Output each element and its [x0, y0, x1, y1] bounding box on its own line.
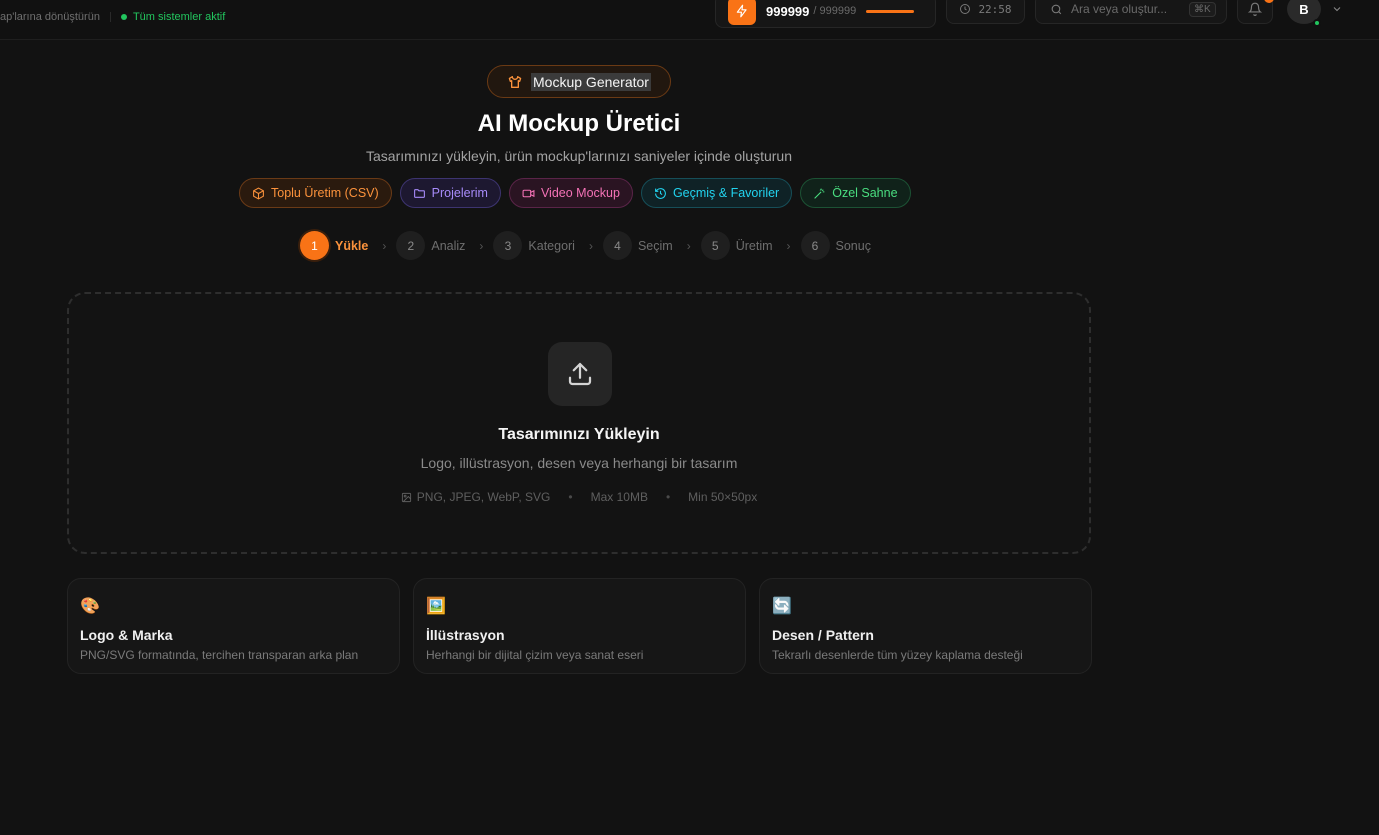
step-analysis[interactable]: 2 Analiz › — [396, 231, 493, 260]
credits-progress-bar — [866, 9, 915, 13]
repeat-icon: 🔄 — [772, 598, 792, 615]
bullet: • — [568, 490, 573, 504]
step-label: Kategori — [528, 238, 575, 253]
search-icon — [1051, 4, 1062, 14]
credits-widget[interactable]: 999999 / 999999 — [715, 0, 936, 28]
card-title: İllüstrasyon — [426, 627, 505, 643]
chevron-down-icon[interactable] — [1331, 3, 1343, 15]
clock: 22:58 — [946, 0, 1025, 24]
clock-time: 22:58 — [978, 2, 1012, 16]
notifications-button[interactable] — [1237, 0, 1274, 24]
action-label: Projelerim — [431, 186, 488, 200]
avatar[interactable]: B — [1287, 0, 1321, 27]
wand-icon — [814, 188, 825, 199]
credits-value: 999999 — [766, 3, 810, 19]
step-category[interactable]: 3 Kategori › — [493, 231, 603, 260]
search-shortcut: ⌘K — [1189, 1, 1216, 17]
bell-icon — [1248, 2, 1262, 16]
top-bar: ap'larına dönüştürün Tüm sistemler aktif… — [0, 0, 1379, 40]
status-text: Tüm sistemler aktif — [132, 11, 226, 23]
step-selection[interactable]: 4 Seçim › — [602, 231, 701, 260]
shirt-icon — [508, 75, 522, 88]
history-icon — [655, 187, 666, 199]
system-status: Tüm sistemler aktif — [120, 11, 226, 23]
chevron-right-icon: › — [382, 238, 387, 253]
upload-icon — [548, 342, 612, 406]
card-pattern: 🔄 Desen / Pattern Tekrarlı desenlerde tü… — [759, 578, 1092, 674]
step-indicator: 1 Yükle › 2 Analiz › 3 Kategori › 4 Seçi… — [300, 231, 871, 260]
picture-icon: 🖼️ — [426, 598, 446, 615]
page-subtitle: Tasarımınızı yükleyin, ürün mockup'ların… — [366, 148, 792, 164]
card-illustration: 🖼️ İllüstrasyon Herhangi bir dijital çiz… — [413, 578, 746, 674]
box-icon — [253, 186, 264, 200]
status-dot-icon — [120, 14, 127, 20]
info-cards: 🎨 Logo & Marka PNG/SVG formatında, terci… — [67, 578, 1092, 674]
chevron-right-icon: › — [588, 238, 593, 253]
upload-title: Tasarımınızı Yükleyin — [498, 426, 660, 443]
action-buttons: Toplu Üretim (CSV) Projelerim Video Mock… — [239, 178, 911, 208]
online-indicator — [1313, 19, 1321, 27]
custom-scene-button[interactable]: Özel Sahne — [800, 178, 911, 208]
step-number: 2 — [396, 231, 426, 260]
chevron-right-icon: › — [686, 238, 691, 253]
notification-badge — [1264, 0, 1274, 3]
action-label: Özel Sahne — [832, 186, 898, 200]
bullet: • — [665, 490, 671, 504]
page-title: AI Mockup Üretici — [477, 110, 681, 137]
step-label: Analiz — [431, 238, 466, 253]
action-label: Video Mockup — [540, 186, 620, 200]
step-label: Yükle — [335, 238, 369, 253]
chevron-right-icon: › — [786, 238, 791, 253]
max-size-text: Max 10MB — [590, 490, 648, 504]
badge-label: Mockup Generator — [531, 72, 651, 91]
page-badge: Mockup Generator — [487, 65, 671, 98]
step-label: Sonuç — [835, 238, 871, 253]
step-number: 4 — [602, 231, 632, 260]
history-favorites-button[interactable]: Geçmiş & Favoriler — [640, 178, 793, 208]
projects-button[interactable]: Projelerim — [399, 178, 501, 208]
divider — [109, 12, 111, 22]
avatar-initial: B — [1299, 1, 1309, 17]
chevron-right-icon: › — [479, 238, 484, 253]
upload-requirements: PNG, JPEG, WebP, SVG • Max 10MB • Min 50… — [69, 490, 1089, 504]
upload-description: Logo, illüstrasyon, desen veya herhangi … — [420, 455, 738, 471]
min-dims-text: Min 50×50px — [688, 490, 758, 504]
action-label: Toplu Üretim (CSV) — [271, 186, 379, 200]
card-description: PNG/SVG formatında, tercihen transparan … — [80, 648, 359, 662]
step-number: 3 — [493, 231, 523, 260]
step-label: Üretim — [735, 238, 773, 253]
upload-dropzone[interactable]: Tasarımınızı Yükleyin Logo, illüstrasyon… — [67, 292, 1091, 554]
step-number: 1 — [300, 231, 329, 260]
video-icon — [522, 189, 535, 197]
image-icon — [401, 492, 411, 502]
card-title: Desen / Pattern — [772, 627, 874, 643]
formats-text: PNG, JPEG, WebP, SVG — [416, 490, 551, 504]
step-result[interactable]: 6 Sonuç — [800, 231, 871, 260]
topbar-left: ap'larına dönüştürün Tüm sistemler aktif — [0, 11, 225, 23]
bulk-csv-button[interactable]: Toplu Üretim (CSV) — [239, 178, 392, 208]
card-title: Logo & Marka — [80, 627, 173, 643]
action-label: Geçmiş & Favoriler — [672, 186, 780, 200]
bolt-icon — [728, 0, 756, 25]
clock-icon — [960, 4, 971, 14]
step-upload[interactable]: 1 Yükle › — [300, 231, 396, 260]
search-box[interactable]: ⌘K — [1035, 0, 1227, 24]
step-number: 5 — [700, 231, 730, 260]
tagline: ap'larına dönüştürün — [0, 11, 100, 23]
folder-icon — [413, 188, 425, 198]
palette-icon: 🎨 — [80, 598, 100, 615]
video-mockup-button[interactable]: Video Mockup — [508, 178, 633, 208]
step-label: Seçim — [637, 238, 673, 253]
credits-max: / 999999 — [813, 5, 857, 17]
card-description: Herhangi bir dijital çizim veya sanat es… — [426, 648, 644, 662]
step-number: 6 — [800, 231, 830, 260]
step-generation[interactable]: 5 Üretim › — [700, 231, 801, 260]
card-logo: 🎨 Logo & Marka PNG/SVG formatında, terci… — [67, 578, 400, 674]
search-input[interactable] — [1071, 2, 1181, 16]
card-description: Tekrarlı desenlerde tüm yüzey kaplama de… — [772, 648, 1023, 662]
